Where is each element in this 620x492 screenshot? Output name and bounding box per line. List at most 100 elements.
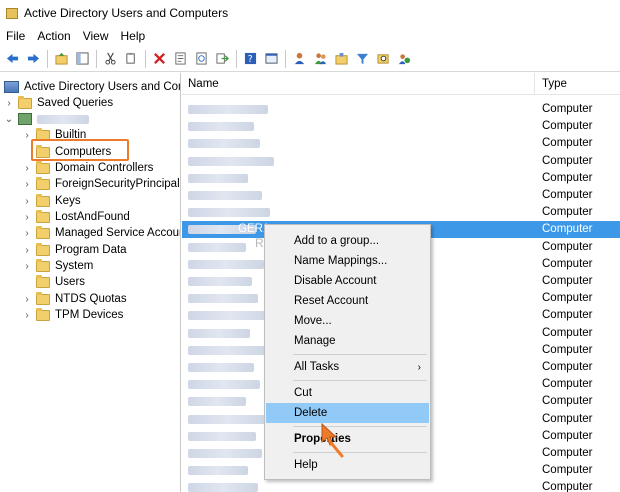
chevron-right-icon[interactable]: ›	[22, 163, 32, 174]
cell-type: Computer	[542, 412, 593, 425]
chevron-right-icon[interactable]: ›	[22, 179, 32, 190]
tree-item-system[interactable]: › System	[22, 258, 93, 274]
column-header-name[interactable]: Name	[188, 78, 219, 90]
tree-item-label: NTDS Quotas	[55, 293, 127, 305]
filter-icon[interactable]	[352, 49, 372, 69]
blurred-domain-name	[37, 114, 89, 124]
table-row[interactable]: Computer	[182, 153, 620, 170]
tree-item-users[interactable]: Users	[22, 274, 85, 290]
window-title: Active Directory Users and Computers	[24, 6, 229, 20]
tree-item-foreign-security-principals[interactable]: › ForeignSecurityPrincipals	[22, 176, 180, 192]
table-row[interactable]: Computer	[182, 170, 620, 187]
blurred-computer-name	[188, 122, 254, 132]
cell-type: Computer	[542, 189, 593, 201]
toolbar-separator	[236, 49, 237, 68]
cell-type: Computer	[542, 120, 593, 133]
chevron-down-icon[interactable]: ⌄	[4, 114, 14, 125]
cell-type: Computer	[542, 240, 593, 253]
cell-type: Computer	[542, 257, 593, 270]
tree-root[interactable]: Active Directory Users and Com	[4, 79, 180, 95]
cell-type: Computer	[542, 481, 593, 492]
copy-icon[interactable]	[121, 49, 141, 69]
show-hide-tree-icon[interactable]	[72, 49, 92, 69]
new-user-icon[interactable]	[289, 49, 309, 69]
chevron-right-icon[interactable]: ›	[4, 98, 14, 109]
forward-arrow-icon[interactable]	[23, 49, 43, 69]
blurred-computer-name	[188, 328, 250, 338]
ctx-all-tasks[interactable]: All Tasks ›	[266, 357, 429, 377]
tree-item-saved-queries[interactable]: › Saved Queries	[4, 95, 113, 111]
chevron-right-icon[interactable]: ›	[22, 294, 32, 305]
cell-type: Computer	[542, 206, 593, 219]
ctx-cut[interactable]: Cut	[266, 383, 429, 403]
tree-item-managed-service-accounts[interactable]: › Managed Service Accour	[22, 225, 180, 241]
chevron-right-icon[interactable]: ›	[22, 310, 32, 321]
pointer-arrow-icon	[321, 422, 344, 458]
cell-type: Computer	[542, 275, 593, 287]
add-to-group-icon[interactable]	[394, 49, 414, 69]
table-row[interactable]: Computer	[182, 204, 620, 221]
blurred-computer-name	[188, 380, 260, 390]
blurred-computer-name	[188, 294, 258, 304]
ctx-manage[interactable]: Manage	[266, 331, 429, 351]
folder-icon	[36, 291, 50, 305]
blurred-computer-name	[188, 105, 268, 114]
ctx-add-to-group[interactable]: Add to a group...	[266, 231, 429, 251]
toolbar-separator	[285, 49, 286, 68]
blurred-computer-name	[188, 414, 268, 424]
help-icon[interactable]: ?	[240, 49, 260, 69]
chevron-right-icon[interactable]: ›	[22, 212, 32, 223]
cut-icon[interactable]	[100, 49, 120, 69]
aduc-root-icon	[4, 81, 19, 93]
tree-item-keys[interactable]: › Keys	[22, 193, 81, 209]
tree-item-label: Program Data	[55, 244, 127, 256]
ctx-move[interactable]: Move...	[266, 311, 429, 331]
table-row[interactable]: Computer	[182, 118, 620, 135]
chevron-right-icon[interactable]: ›	[22, 261, 32, 272]
chevron-right-icon[interactable]: ›	[22, 245, 32, 256]
table-row[interactable]: Computer	[182, 187, 620, 204]
back-arrow-icon[interactable]	[2, 49, 22, 69]
tree-item-tpm-devices[interactable]: › TPM Devices	[22, 307, 123, 323]
blurred-computer-name	[188, 259, 264, 269]
menu-file[interactable]: File	[0, 29, 31, 43]
toolbar: ?	[0, 46, 620, 72]
tree-item-ntds-quotas[interactable]: › NTDS Quotas	[22, 291, 127, 307]
table-row[interactable]: Computer	[182, 135, 620, 152]
menu-help[interactable]: Help	[115, 29, 152, 43]
new-ou-icon[interactable]	[331, 49, 351, 69]
export-list-icon[interactable]	[212, 49, 232, 69]
menu-view[interactable]: View	[77, 29, 115, 43]
table-row[interactable]: Computer	[182, 479, 620, 492]
chevron-right-icon[interactable]: ›	[22, 228, 32, 239]
ctx-name-mappings[interactable]: Name Mappings...	[266, 251, 429, 271]
tree-item-domain-controllers[interactable]: › Domain Controllers	[22, 160, 153, 176]
blurred-computer-name	[188, 191, 262, 200]
folder-icon	[36, 193, 50, 207]
blurred-computer-name	[188, 242, 246, 252]
delete-x-icon[interactable]	[149, 49, 169, 69]
ctx-reset-account[interactable]: Reset Account	[266, 291, 429, 311]
tree-item-program-data[interactable]: › Program Data	[22, 242, 127, 258]
column-header-type[interactable]: Type	[542, 78, 567, 90]
up-folder-icon[interactable]	[51, 49, 71, 69]
ctx-separator	[293, 380, 427, 381]
new-group-icon[interactable]	[310, 49, 330, 69]
tree-item-domain[interactable]: ⌄	[4, 111, 89, 127]
cell-type: Computer	[542, 309, 593, 322]
blurred-computer-name	[188, 363, 254, 372]
properties-icon[interactable]	[170, 49, 190, 69]
ctx-disable-account[interactable]: Disable Account	[266, 271, 429, 291]
menu-action[interactable]: Action	[31, 29, 76, 43]
chevron-right-icon[interactable]: ›	[22, 196, 32, 207]
folder-icon	[18, 95, 32, 109]
tree-item-lost-and-found[interactable]: › LostAndFound	[22, 209, 130, 225]
tree-item-label: System	[55, 260, 94, 272]
refresh-icon[interactable]	[191, 49, 211, 69]
find-icon[interactable]	[373, 49, 393, 69]
console-icon[interactable]	[261, 49, 281, 69]
table-row[interactable]: Computer	[182, 101, 620, 118]
blurred-computer-name	[188, 483, 258, 492]
column-divider[interactable]	[534, 73, 535, 95]
cell-type: Computer	[542, 137, 593, 150]
